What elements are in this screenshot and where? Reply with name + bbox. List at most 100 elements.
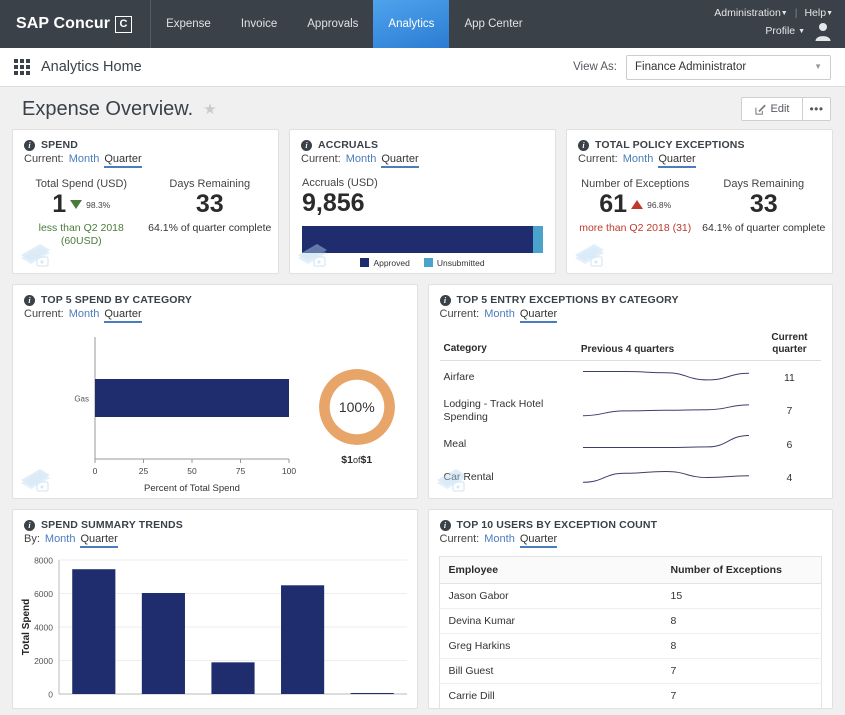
accruals-bar-unsubmitted [533,226,543,253]
view-as-label: View As: [573,61,617,73]
exceptions-count-label: Number of Exceptions [571,178,700,190]
administration-menu[interactable]: Administration▼ [714,7,787,19]
exception-current-quarter-value: 4 [758,461,821,494]
svg-text:8000: 8000 [34,556,53,566]
edit-button[interactable]: Edit [741,97,803,121]
dashboard-row-1: i SPEND Current: Month Quarter Total Spe… [12,129,833,274]
current-label: Current: [24,308,64,320]
info-icon[interactable]: i [24,520,35,531]
toggle-month[interactable]: Month [623,153,654,165]
legend-label-unsubmitted: Unsubmitted [437,258,485,268]
card-spend-title: SPEND [41,139,78,151]
col-category: Category [440,329,577,361]
exception-current-quarter-value: 6 [758,428,821,461]
legend-item-unsubmitted: Unsubmitted [424,258,485,268]
toggle-month[interactable]: Month [69,153,100,165]
card-top-entry-exceptions: i TOP 5 ENTRY EXCEPTIONS BY CATEGORY Cur… [428,284,834,499]
card-top-users-title: TOP 10 USERS BY EXCEPTION COUNT [457,519,658,531]
legend-swatch-unsubmitted [424,258,433,267]
svg-text:0: 0 [48,690,53,700]
employee-table-header-row: Employee Number of Exceptions [439,557,822,584]
employee-exception-count: 8 [662,609,822,634]
employee-table-body: Jason Gabor15Devina Kumar8Greg Harkins8B… [439,584,822,709]
view-as-select[interactable]: Finance Administrator ▼ [626,55,831,80]
info-icon[interactable]: i [301,140,312,151]
top-spend-chart-area: Gas0255075100Percent of Total Spend 100%… [13,323,417,499]
table-row: Meal6 [440,428,822,461]
info-icon[interactable]: i [24,295,35,306]
accruals-metric-label: Accruals (USD) [302,177,555,189]
exceptions-table-header-row: Category Previous 4 quarters Current qua… [440,329,822,361]
exceptions-table-wrap: Category Previous 4 quarters Current qua… [429,329,833,499]
toggle-month[interactable]: Month [484,308,515,320]
toggle-month[interactable]: Month [69,308,100,320]
toggle-month[interactable]: Month [45,533,76,545]
toggle-month[interactable]: Month [346,153,377,165]
app-grid-icon[interactable] [14,59,30,75]
toggle-quarter[interactable]: Quarter [520,533,557,548]
page-title: Expense Overview. [22,98,193,121]
view-as-value: Finance Administrator [635,61,746,73]
info-icon[interactable]: i [24,140,35,151]
card-total-policy-exceptions: i TOTAL POLICY EXCEPTIONS Current: Month… [566,129,833,274]
col-previous-quarters: Previous 4 quarters [577,329,758,361]
legend-item-approved: Approved [360,258,409,268]
horizontal-bar-chart: Gas0255075100Percent of Total Spend [17,329,307,499]
help-menu[interactable]: Help▼ [804,7,833,19]
trend-up-icon [631,200,643,209]
exception-category-name: Airfare [440,361,577,395]
exception-category-name: Gas [440,494,577,499]
toggle-quarter[interactable]: Quarter [80,533,117,548]
table-row: Carrie Dill7 [439,684,822,709]
info-icon[interactable]: i [440,520,451,531]
nav-tab-invoice[interactable]: Invoice [226,0,292,48]
toggle-quarter[interactable]: Quarter [520,308,557,323]
card-accruals: i ACCRUALS Current: Month Quarter Accrua… [289,129,556,274]
sub-header-bar: Analytics Home View As: Finance Administ… [0,48,845,87]
toggle-quarter[interactable]: Quarter [381,153,418,168]
exceptions-table-body: Airfare11Lodging - Track Hotel Spending7… [440,361,822,500]
toggle-quarter[interactable]: Quarter [104,308,141,323]
page-actions: Edit ••• [741,97,831,121]
svg-text:Total Spend: Total Spend [21,599,32,655]
profile-menu[interactable]: Profile ▼ [765,25,805,37]
employee-name: Greg Harkins [439,634,662,659]
toggle-quarter[interactable]: Quarter [658,153,695,168]
nav-tab-expense[interactable]: Expense [151,0,226,48]
svg-text:0: 0 [93,466,98,476]
accruals-bar-approved [302,226,533,253]
accruals-legend: Approved Unsubmitted [290,258,555,268]
exception-current-quarter-value: 2 [758,494,821,499]
accruals-stacked-bar [302,226,543,253]
page-breadcrumb-title: Analytics Home [41,59,142,75]
card-top-spend-header: i TOP 5 SPEND BY CATEGORY Current: Month… [13,285,417,323]
nav-tab-app-center[interactable]: App Center [449,0,537,48]
nav-tab-analytics[interactable]: Analytics [373,0,449,48]
info-icon[interactable]: i [440,295,451,306]
sap-concur-logo[interactable]: SAP Concur C [0,0,151,48]
exceptions-days-value: 33 [750,191,778,219]
exception-sparkline [577,428,758,461]
exception-current-quarter-value: 11 [758,361,821,395]
info-icon[interactable]: i [578,140,589,151]
spend-days-block: Days Remaining 33 64.1% of quarter compl… [146,178,275,248]
employee-exception-count: 7 [662,684,822,709]
spend-total-label: Total Spend (USD) [17,178,146,190]
trend-down-icon [70,200,82,209]
col-current-quarter: Current quarter [758,329,821,361]
donut-caption-of: of [353,455,361,465]
exception-current-quarter-value: 7 [758,394,821,428]
accruals-metric-value: 9,856 [302,189,555,218]
chevron-down-icon: ▼ [814,62,822,71]
favorite-star-icon[interactable]: ★ [203,100,216,118]
brand-text: SAP Concur [16,15,110,33]
nav-tab-approvals[interactable]: Approvals [292,0,373,48]
avatar-icon[interactable] [813,21,833,41]
exception-sparkline [577,494,758,499]
exception-sparkline [577,394,758,428]
table-row: Car Rental4 [440,461,822,494]
toggle-month[interactable]: Month [484,533,515,545]
toggle-quarter[interactable]: Quarter [104,153,141,168]
more-options-button[interactable]: ••• [803,97,831,121]
card-top-spend-by-category: i TOP 5 SPEND BY CATEGORY Current: Month… [12,284,418,499]
